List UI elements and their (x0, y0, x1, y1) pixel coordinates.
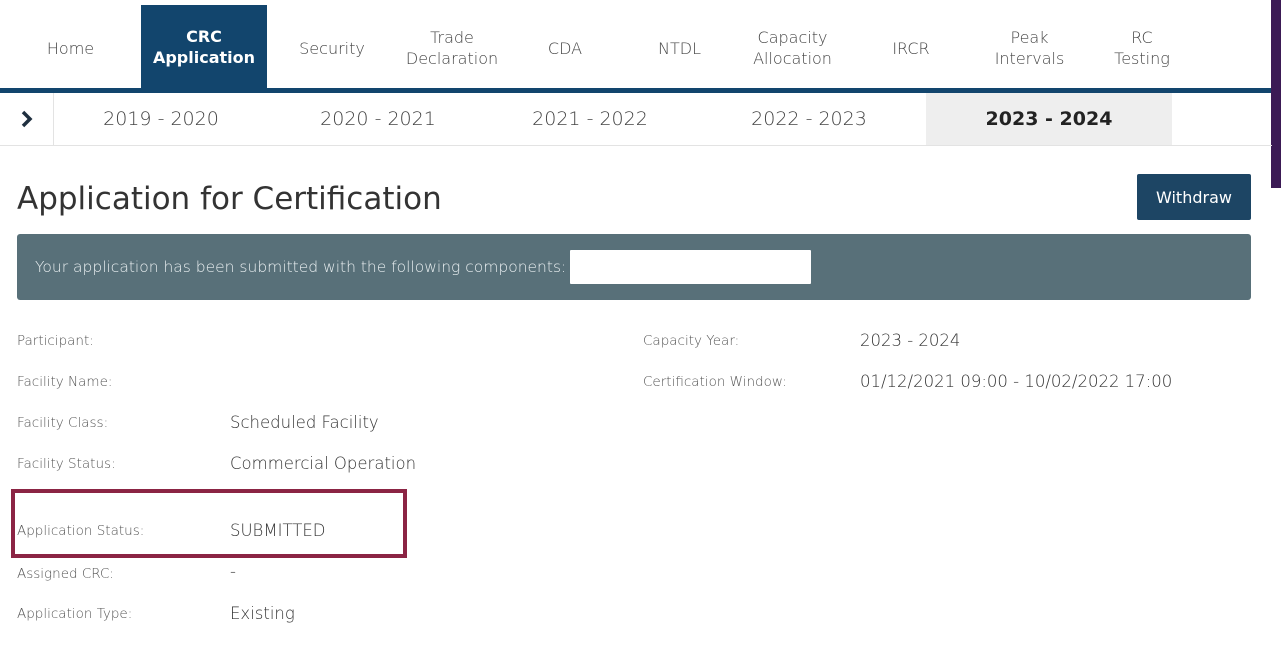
tab-rc-testing[interactable]: RC Testing (1086, 4, 1198, 92)
capacity-year-selector: 2019 - 2020 2020 - 2021 2021 - 2022 2022… (0, 93, 1272, 146)
year-tab-2021-2022[interactable]: 2021 - 2022 (488, 93, 692, 145)
assigned-crc-value: - (230, 562, 236, 581)
withdraw-button[interactable]: Withdraw (1137, 174, 1251, 220)
application-type-label: Application Type: (17, 606, 133, 622)
tab-trade-declaration[interactable]: Trade Declaration (397, 4, 507, 92)
year-tab-2022-2023[interactable]: 2022 - 2023 (692, 93, 926, 145)
submission-banner: Your application has been submitted with… (17, 234, 1251, 300)
banner-message: Your application has been submitted with… (35, 258, 567, 276)
capacity-year-label: Capacity Year: (643, 333, 740, 349)
components-field (570, 250, 812, 284)
chevron-right-icon (21, 110, 32, 128)
tab-crc-application[interactable]: CRC Application (141, 5, 267, 88)
assigned-crc-label: Assigned CRC: (17, 566, 114, 582)
page-title: Application for Certification (17, 181, 442, 217)
tab-home[interactable]: Home (0, 4, 141, 92)
facility-name-label: Facility Name: (17, 374, 113, 390)
status-highlight-box (11, 489, 407, 558)
tab-cda[interactable]: CDA (507, 4, 623, 92)
application-type-value: Existing (230, 604, 295, 623)
tab-capacity-allocation[interactable]: Capacity Allocation (736, 4, 849, 92)
facility-class-value: Scheduled Facility (230, 413, 379, 432)
year-tab-2019-2020[interactable]: 2019 - 2020 (54, 93, 268, 145)
capacity-year-value: 2023 - 2024 (860, 331, 961, 350)
tab-ntdl[interactable]: NTDL (623, 4, 736, 92)
year-tab-2023-2024[interactable]: 2023 - 2024 (926, 93, 1172, 145)
tab-security[interactable]: Security (267, 4, 397, 92)
tab-ircr[interactable]: IRCR (849, 4, 973, 92)
year-scroll-button[interactable] (0, 93, 54, 145)
year-tab-2020-2021[interactable]: 2020 - 2021 (268, 93, 488, 145)
certification-window-label: Certification Window: (643, 374, 787, 390)
facility-status-label: Facility Status: (17, 456, 116, 472)
facility-class-label: Facility Class: (17, 415, 109, 431)
main-nav: Home CRC Application Security Trade Decl… (0, 0, 1281, 92)
tab-peak-intervals[interactable]: Peak Intervals (973, 4, 1086, 92)
participant-label: Participant: (17, 333, 94, 349)
window-edge (1271, 0, 1281, 188)
facility-status-value: Commercial Operation (230, 454, 417, 473)
certification-window-value: 01/12/2021 09:00 - 10/02/2022 17:00 (860, 372, 1173, 391)
